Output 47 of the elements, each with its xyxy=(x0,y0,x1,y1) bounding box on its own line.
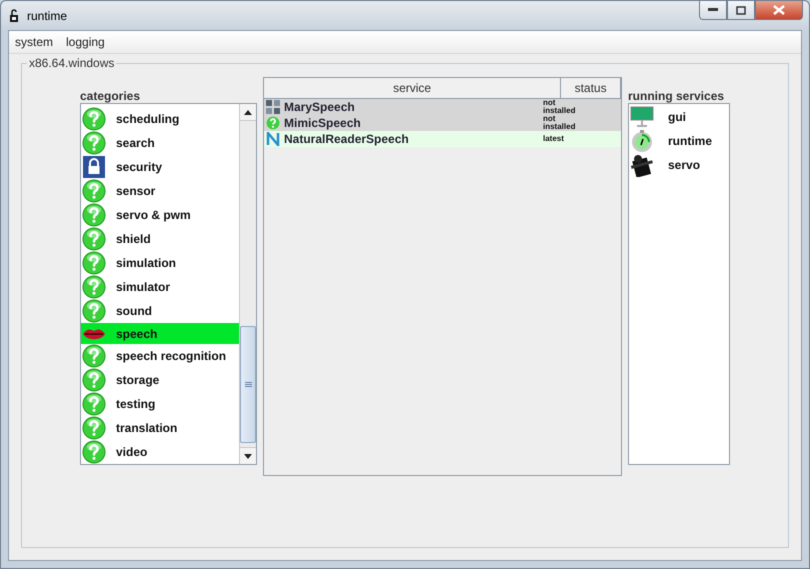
running-item[interactable]: gui xyxy=(629,105,729,129)
category-item[interactable]: speech recognition xyxy=(81,344,239,368)
close-icon xyxy=(773,5,785,15)
category-item[interactable]: simulator xyxy=(81,275,239,299)
app-icon xyxy=(9,8,19,22)
service-status: latest xyxy=(543,134,565,144)
maximize-button[interactable] xyxy=(727,1,755,20)
down-arrow-icon xyxy=(244,454,252,458)
servo-icon xyxy=(630,153,654,177)
service-status: not installed xyxy=(543,114,576,132)
window-title: runtime xyxy=(27,8,68,22)
category-item[interactable]: shield xyxy=(81,227,239,251)
category-item[interactable]: security xyxy=(81,155,239,179)
running-item[interactable]: runtime xyxy=(629,129,729,153)
menu-item[interactable]: logging xyxy=(66,35,105,49)
service-label: MarySpeech xyxy=(284,100,355,114)
n-logo-icon xyxy=(266,132,280,146)
group-title: x86.64.windows xyxy=(27,56,116,70)
scrollbar[interactable] xyxy=(239,104,256,464)
list-label: categories xyxy=(80,89,142,103)
category-item[interactable]: storage xyxy=(81,368,239,392)
category-item[interactable]: testing xyxy=(81,392,239,416)
maximize-icon xyxy=(736,6,746,14)
category-item[interactable]: sound xyxy=(81,299,239,323)
close-button[interactable] xyxy=(755,1,803,20)
service-row[interactable]: MimicSpeech not installed xyxy=(264,115,621,131)
service-label: MimicSpeech xyxy=(284,116,361,130)
category-item[interactable]: scheduling xyxy=(81,107,239,131)
category-item[interactable]: search xyxy=(81,131,239,155)
category-item[interactable]: servo & pwm xyxy=(81,203,239,227)
stopwatch-icon xyxy=(630,129,654,153)
category-item[interactable]: speech xyxy=(81,323,239,344)
category-item[interactable]: sensor xyxy=(81,179,239,203)
up-arrow-icon xyxy=(244,110,252,114)
category-item[interactable]: translation xyxy=(81,416,239,440)
monitor-icon xyxy=(630,106,654,128)
service-label: NaturalReaderSpeech xyxy=(284,132,409,146)
minimize-button[interactable] xyxy=(699,1,727,20)
category-item[interactable]: simulation xyxy=(81,251,239,275)
help-icon xyxy=(266,116,280,130)
category-item[interactable]: video xyxy=(81,440,239,464)
menu-item[interactable]: system xyxy=(15,35,54,49)
service-row[interactable]: NaturalReaderSpeech latest xyxy=(264,131,621,147)
grip-icon xyxy=(244,382,252,387)
running-item[interactable]: servo xyxy=(629,153,729,177)
minimize-icon xyxy=(708,8,718,12)
list-label: running services xyxy=(628,89,726,103)
